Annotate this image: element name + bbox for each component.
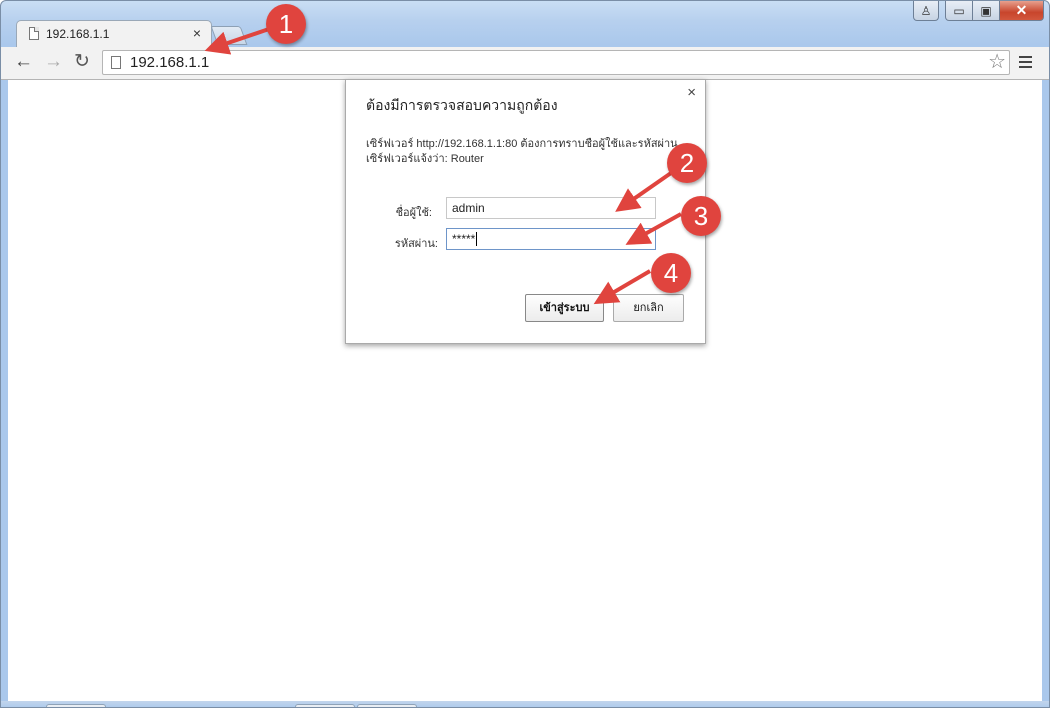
browser-window: ♙ ▭ ▣ ✕ 192.168.1.1 × ← → ↻ 192.168.1.1 … [0, 0, 1050, 708]
step-badge-4: 4 [651, 253, 691, 293]
step-badge-1: 1 [266, 4, 306, 44]
arrow-3 [625, 212, 682, 245]
step-badge-2: 2 [667, 143, 707, 183]
annotation-arrows [204, 27, 682, 305]
arrow-1 [204, 27, 270, 55]
arrow-4 [593, 269, 652, 305]
step-badge-3: 3 [681, 196, 721, 236]
arrow-2 [615, 171, 673, 212]
